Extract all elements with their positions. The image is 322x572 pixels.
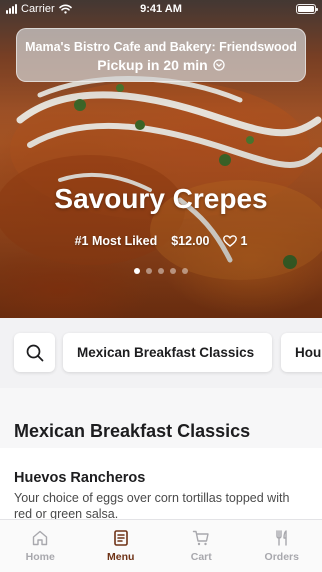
menu-item-description: Your choice of eggs over corn tortillas …	[14, 491, 290, 521]
category-chip-mexican-breakfast[interactable]: Mexican Breakfast Classics	[63, 333, 272, 372]
hero-banner[interactable]: Carrier 9:41 AM Mama's Bistro Cafe and B…	[0, 0, 322, 318]
status-bar: Carrier 9:41 AM	[0, 0, 322, 20]
pickup-time-label: Pickup in 20 min	[97, 57, 208, 73]
utensils-icon	[276, 530, 287, 546]
status-time: 9:41 AM	[140, 3, 182, 15]
section-title: Mexican Breakfast Classics	[14, 421, 251, 441]
tab-orders[interactable]: Orders	[242, 520, 322, 572]
like-button[interactable]: 1	[223, 234, 247, 248]
featured-price: $12.00	[171, 234, 210, 248]
search-button[interactable]	[14, 333, 55, 372]
featured-title: Savoury Crepes	[54, 183, 268, 214]
carousel-dot[interactable]	[146, 268, 152, 274]
pickup-time-row: Pickup in 20 min	[17, 57, 305, 73]
tab-cart-label: Cart	[190, 551, 212, 563]
store-name: Mama's Bistro Cafe and Bakery: Friendswo…	[25, 40, 297, 54]
category-bar: Mexican Breakfast Classics Hou	[0, 318, 322, 388]
tab-orders-label: Orders	[264, 551, 299, 563]
likes-count: 1	[240, 234, 248, 248]
tab-home-label: Home	[25, 551, 55, 563]
menu-book-icon	[113, 530, 128, 546]
tab-home[interactable]: Home	[0, 520, 81, 572]
carousel-dot[interactable]	[170, 268, 176, 274]
cart-icon	[193, 530, 209, 546]
featured-badge: #1 Most Liked	[74, 234, 158, 248]
menu-item-name: Huevos Rancheros	[14, 470, 146, 486]
chevron-down-circle-icon	[213, 59, 225, 71]
tab-cart[interactable]: Cart	[161, 520, 242, 572]
home-icon	[33, 530, 48, 546]
category-chip-next[interactable]: Hou	[281, 333, 322, 372]
carousel-dot[interactable]	[158, 268, 164, 274]
tab-menu-label: Menu	[107, 551, 135, 563]
tab-menu[interactable]: Menu	[81, 520, 162, 572]
pickup-selector[interactable]: Mama's Bistro Cafe and Bakery: Friendswo…	[16, 28, 306, 82]
carousel-dot[interactable]	[182, 268, 188, 274]
featured-meta: #1 Most Liked $12.00 1	[0, 234, 322, 248]
carousel-dot[interactable]	[134, 268, 140, 274]
carousel-dots	[0, 268, 322, 274]
search-icon	[26, 344, 43, 361]
battery-icon	[296, 4, 318, 14]
heart-icon	[223, 235, 238, 247]
tab-bar: Home Menu Cart Orders	[0, 519, 322, 572]
